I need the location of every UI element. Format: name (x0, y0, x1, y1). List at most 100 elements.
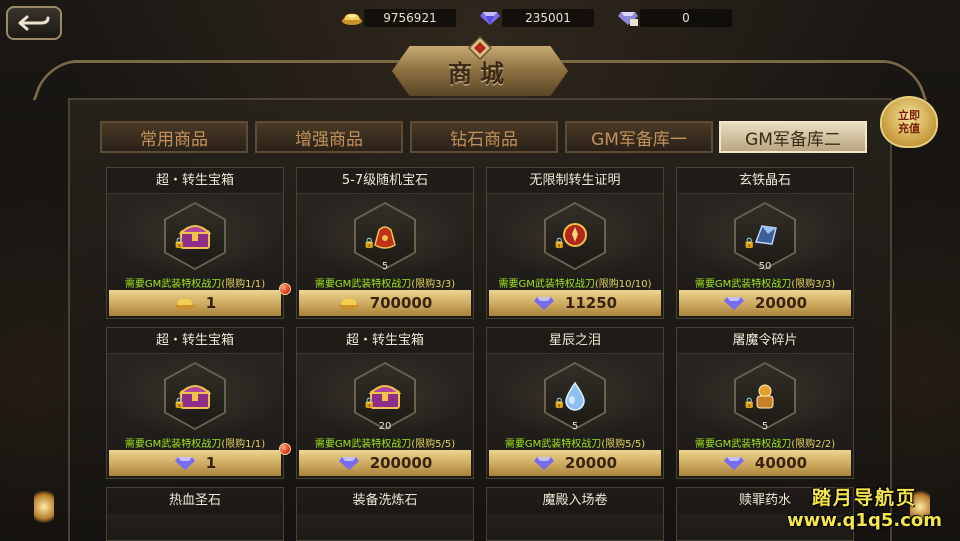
diamond-amount: 235001 (502, 9, 594, 27)
tab-common[interactable]: 常用商品 (100, 121, 248, 153)
shop-item-card[interactable]: 热血圣石 (106, 487, 284, 541)
tab-label: 增强商品 (295, 129, 363, 150)
buy-button[interactable]: 1 (109, 290, 281, 316)
tab-label: 常用商品 (140, 129, 208, 150)
tab-diamond[interactable]: 钻石商品 (410, 121, 558, 153)
tab-gm-armory-1[interactable]: GM军备库一 (565, 121, 713, 153)
purchase-limit: (限购5/5) (411, 439, 456, 450)
purchase-limit: (限购1/1) (221, 279, 266, 290)
item-price: 20000 (564, 454, 618, 472)
shop-item-card[interactable]: 魔殿入场卷 (486, 487, 664, 541)
item-art: 🔒 5 (487, 354, 663, 438)
lock-icon: 🔒 (553, 398, 566, 409)
purchase-limit: (限购10/10) (594, 279, 652, 290)
item-price: 200000 (369, 454, 433, 472)
lock-icon: 🔒 (173, 238, 186, 249)
item-name: 超・转生宝箱 (297, 328, 473, 354)
bound-diamond-resource: 0 (616, 7, 732, 29)
item-count: 50 (758, 261, 772, 272)
item-count: 5 (761, 421, 769, 432)
lock-icon: 🔒 (743, 238, 756, 249)
diamond-resource: 235001 (478, 7, 594, 29)
recharge-button[interactable]: 立即 充值 (880, 96, 938, 148)
diamond-icon (533, 297, 554, 310)
back-button[interactable] (6, 6, 62, 40)
frame-ornament-right (552, 60, 928, 100)
buy-button[interactable]: 200000 (299, 450, 471, 476)
gold-amount: 9756921 (364, 9, 456, 27)
item-art: 🔒 (107, 194, 283, 278)
lock-icon: 🔒 (743, 398, 756, 409)
watermark: 踏月导航页 www.q1q5.com (787, 483, 942, 531)
bound-diamond-amount: 0 (640, 9, 732, 27)
item-price: 20000 (754, 294, 808, 312)
lantern-left (34, 487, 54, 523)
buy-button[interactable]: 1 (109, 450, 281, 476)
tab-label: 钻石商品 (450, 129, 518, 150)
item-price: 40000 (754, 454, 808, 472)
diamond-icon (478, 8, 502, 28)
shop-item-card[interactable]: 玄铁晶石 🔒 50 需要GM武装特权战刀(限购3/3) 20000 (676, 167, 854, 319)
item-art: 🔒 (107, 354, 283, 438)
tab-label: GM军备库二 (745, 129, 841, 150)
lock-icon: 🔒 (553, 238, 566, 249)
watermark-title: 踏月导航页 (811, 487, 917, 509)
tab-enhance[interactable]: 增强商品 (255, 121, 403, 153)
diamond-icon (533, 457, 554, 470)
buy-button[interactable]: 20000 (489, 450, 661, 476)
shop-item-card[interactable]: 星辰之泪 🔒 5 需要GM武装特权战刀(限购5/5) 20000 (486, 327, 664, 479)
item-name: 星辰之泪 (487, 328, 663, 354)
tab-label: GM军备库一 (591, 129, 687, 150)
lock-icon: 🔒 (363, 398, 376, 409)
shop-item-card[interactable]: 5-7级随机宝石 🔒 5 需要GM武装特权战刀(限购3/3) 700000 (296, 167, 474, 319)
item-count: 5 (571, 421, 579, 432)
buy-button[interactable]: 11250 (489, 290, 661, 316)
gold-resource: 9756921 (340, 7, 456, 29)
gold-ingot-icon (340, 8, 364, 28)
buy-button[interactable]: 40000 (679, 450, 851, 476)
diamond-icon (174, 457, 195, 470)
tab-gm-armory-2[interactable]: GM军备库二 (719, 121, 867, 153)
item-name: 魔殿入场卷 (487, 488, 663, 514)
shop-item-card[interactable]: 无限制转生证明 🔒 需要GM武装特权战刀(限购10/10) 11250 (486, 167, 664, 319)
item-art: 🔒 (487, 194, 663, 278)
notification-dot (279, 443, 291, 455)
lock-icon: 🔒 (173, 398, 186, 409)
title-ornament-icon (468, 36, 492, 60)
item-art: 🔒 5 (297, 194, 473, 278)
item-count: 20 (378, 421, 392, 432)
recharge-label-1: 立即 (898, 109, 920, 122)
item-art: 🔒 5 (677, 354, 853, 438)
shop-item-card[interactable]: 超・转生宝箱 🔒 需要GM武装特权战刀(限购1/1) 1 (106, 327, 284, 479)
watermark-url: www.q1q5.com (786, 510, 942, 531)
item-price: 1 (205, 294, 217, 312)
purchase-limit: (限购1/1) (221, 439, 266, 450)
item-name: 玄铁晶石 (677, 168, 853, 194)
buy-button[interactable]: 700000 (299, 290, 471, 316)
item-name: 5-7级随机宝石 (297, 168, 473, 194)
shop-item-card[interactable]: 装备洗炼石 (296, 487, 474, 541)
recharge-label-2: 充值 (898, 122, 920, 135)
item-name: 无限制转生证明 (487, 168, 663, 194)
item-art: 🔒 50 (677, 194, 853, 278)
gold-ingot-icon (338, 298, 359, 310)
shop-item-card[interactable]: 屠魔令碎片 🔒 5 需要GM武装特权战刀(限购2/2) 40000 (676, 327, 854, 479)
item-art: 🔒 20 (297, 354, 473, 438)
shop-item-card[interactable]: 超・转生宝箱 🔒 需要GM武装特权战刀(限购1/1) 1 (106, 167, 284, 319)
purchase-limit: (限购2/2) (791, 439, 836, 450)
purchase-limit: (限购3/3) (411, 279, 456, 290)
shop-item-card[interactable]: 超・转生宝箱 🔒 20 需要GM武装特权战刀(限购5/5) 200000 (296, 327, 474, 479)
item-price: 700000 (369, 294, 433, 312)
item-price: 1 (205, 454, 217, 472)
back-arrow-icon (18, 15, 50, 31)
lock-icon: 🔒 (363, 238, 376, 249)
item-price: 11250 (564, 294, 618, 312)
gold-ingot-icon (174, 298, 195, 310)
diamond-icon (723, 297, 744, 310)
item-count: 5 (381, 261, 389, 272)
diamond-icon (338, 457, 359, 470)
item-name: 装备洗炼石 (297, 488, 473, 514)
purchase-limit: (限购3/3) (791, 279, 836, 290)
buy-button[interactable]: 20000 (679, 290, 851, 316)
diamond-icon (723, 457, 744, 470)
